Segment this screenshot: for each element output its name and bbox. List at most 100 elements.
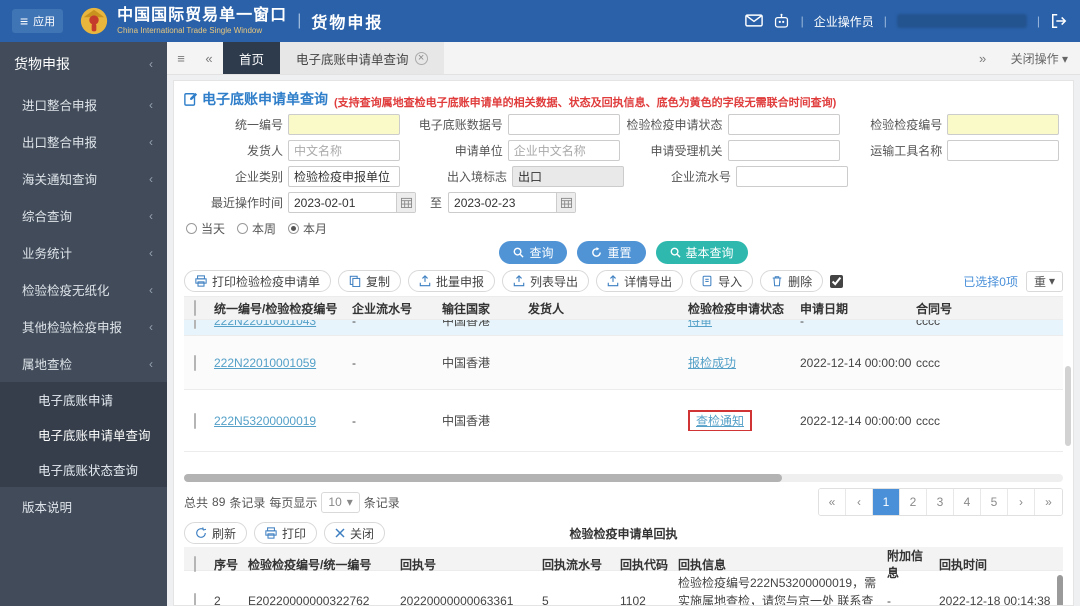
table-row[interactable]: 222N22010001059 - 中国香港 报检成功 2022-12-14 0…: [184, 336, 1063, 390]
apps-menu-button[interactable]: ≡ 应用: [12, 9, 64, 33]
table-row-partial[interactable]: 222N22010001043 - 中国香港 待审 - cccc: [184, 320, 1063, 336]
col-header[interactable]: 回执流水号: [538, 556, 616, 573]
scrollbar-thumb[interactable]: [184, 474, 782, 482]
list-export-button[interactable]: 列表导出: [502, 270, 590, 292]
sidebar-item-version-notes[interactable]: 版本说明: [0, 487, 167, 526]
vertical-scrollbar[interactable]: [1057, 575, 1063, 605]
submenu-item-eledger-apply-query[interactable]: 电子底账申请单查询: [0, 417, 167, 452]
toolbar-checkbox[interactable]: [830, 274, 844, 288]
unified-no-link[interactable]: 222N53200000019: [214, 414, 316, 428]
sidebar: 货物申报 ‹ 进口整合申报 ‹ 出口整合申报 ‹ 海关通知查询 ‹ 综合查询 ‹ 业务统…: [0, 42, 167, 606]
col-header[interactable]: 回执号: [396, 556, 538, 573]
page-5-button[interactable]: 5: [981, 489, 1008, 515]
apply-unit-input[interactable]: [507, 140, 620, 161]
robot-icon[interactable]: [773, 13, 791, 29]
page-4-button[interactable]: 4: [954, 489, 981, 515]
select-all-checkbox[interactable]: [194, 300, 196, 316]
receipt-print-button[interactable]: 打印: [254, 522, 318, 544]
unified-no-link[interactable]: 222N22010001059: [214, 356, 316, 370]
mail-icon[interactable]: [744, 13, 763, 29]
col-header[interactable]: 企业流水号: [348, 300, 438, 317]
receipt-select-all-checkbox[interactable]: [194, 556, 196, 572]
basic-search-button[interactable]: 基本查询: [655, 241, 748, 264]
horizontal-scrollbar[interactable]: [184, 474, 1063, 482]
row-checkbox[interactable]: [194, 412, 196, 429]
unified-no-link[interactable]: 222N22010001043: [214, 320, 316, 328]
print-ciq-application-button[interactable]: 打印检验检疫申请单: [184, 270, 332, 292]
col-header[interactable]: 检验检疫申请状态: [684, 300, 796, 317]
reset-button[interactable]: 重置: [577, 241, 646, 264]
unified-no-input[interactable]: [288, 114, 400, 135]
receipt-close-button[interactable]: 关闭: [324, 522, 386, 544]
vertical-scrollbar[interactable]: [1065, 366, 1071, 446]
delete-button[interactable]: 删除: [760, 270, 824, 292]
close-tab-icon[interactable]: ×: [414, 51, 428, 65]
eledger-data-no-input[interactable]: [507, 114, 620, 135]
enterprise-type-input[interactable]: [288, 166, 400, 187]
batch-declare-button[interactable]: 批量申报: [408, 270, 496, 292]
col-header[interactable]: 回执代码: [616, 556, 674, 573]
tab-list-icon[interactable]: ≡: [167, 42, 195, 74]
column-config-button[interactable]: 重 ▾: [1025, 270, 1063, 292]
calendar-icon[interactable]: [556, 193, 576, 212]
col-header[interactable]: 申请日期: [796, 300, 912, 317]
row-checkbox[interactable]: [194, 354, 196, 371]
sidebar-item-export-declaration[interactable]: 出口整合申报 ‹: [0, 123, 167, 160]
col-header[interactable]: 回执时间: [935, 556, 1063, 573]
page-next-button[interactable]: ›: [1008, 489, 1035, 515]
col-header[interactable]: 检验检疫编号/统一编号: [244, 556, 396, 573]
col-header[interactable]: 统一编号/检验检疫编号: [210, 300, 348, 317]
table-row[interactable]: 222N53200000019 - 中国香港 查检通知 2022-12-14 0…: [184, 390, 1063, 452]
enterprise-serial-input[interactable]: [736, 166, 848, 187]
sidebar-item-ciq-paperless[interactable]: 检验检疫无纸化 ‹: [0, 271, 167, 308]
col-header[interactable]: 合同号: [912, 300, 1063, 317]
calendar-icon[interactable]: [396, 193, 415, 212]
sidebar-header-cargo-declaration[interactable]: 货物申报 ‹: [0, 42, 167, 86]
page-size-select[interactable]: 10 ▾: [321, 491, 360, 513]
consignor-input[interactable]: [288, 140, 400, 161]
ciq-apply-status-input[interactable]: [727, 114, 840, 135]
status-link[interactable]: 报检成功: [688, 356, 736, 370]
status-link[interactable]: 待审: [688, 320, 712, 328]
close-operations-dropdown[interactable]: 关闭操作 ▾: [1011, 50, 1068, 67]
page-2-button[interactable]: 2: [900, 489, 927, 515]
submenu-item-eledger-apply[interactable]: 电子底账申请: [0, 382, 167, 417]
page-first-button[interactable]: «: [819, 489, 846, 515]
tab-eledger-apply-query[interactable]: 电子底账申请单查询 ×: [280, 42, 444, 74]
row-checkbox[interactable]: [194, 320, 196, 329]
inspection-notice-link-highlighted[interactable]: 查检通知: [688, 410, 753, 431]
radio-this-week[interactable]: 本周: [237, 220, 276, 237]
radio-this-month[interactable]: 本月: [288, 220, 327, 237]
sidebar-item-business-statistics[interactable]: 业务统计 ‹: [0, 234, 167, 271]
sidebar-item-import-declaration[interactable]: 进口整合申报 ‹: [0, 86, 167, 123]
col-header[interactable]: 输往国家: [438, 300, 524, 317]
sidebar-item-customs-notice-query[interactable]: 海关通知查询 ‹: [0, 160, 167, 197]
radio-today[interactable]: 当天: [186, 220, 225, 237]
user-role-label[interactable]: 企业操作员: [814, 13, 874, 30]
import-button[interactable]: 导入: [690, 270, 754, 292]
tab-home[interactable]: 首页: [223, 42, 281, 74]
scroll-tabs-left-icon[interactable]: «: [195, 42, 223, 74]
logout-icon[interactable]: [1050, 13, 1068, 29]
col-header[interactable]: 发货人: [524, 300, 684, 317]
refresh-button[interactable]: 刷新: [184, 522, 248, 544]
row-checkbox[interactable]: [194, 593, 196, 605]
sidebar-item-local-inspection[interactable]: 属地查检 ‹: [0, 345, 167, 382]
page-3-button[interactable]: 3: [927, 489, 954, 515]
page-last-button[interactable]: »: [1035, 489, 1062, 515]
copy-button[interactable]: 复制: [338, 270, 402, 292]
scroll-tabs-right-icon[interactable]: »: [969, 51, 997, 66]
accept-org-input[interactable]: [727, 140, 840, 161]
col-header[interactable]: 回执信息: [674, 556, 883, 573]
detail-export-button[interactable]: 详情导出: [596, 270, 684, 292]
sidebar-item-comprehensive-query[interactable]: 综合查询 ‹: [0, 197, 167, 234]
page-prev-button[interactable]: ‹: [846, 489, 873, 515]
vehicle-name-input[interactable]: [947, 140, 1060, 161]
col-header[interactable]: 序号: [210, 556, 244, 573]
submenu-item-eledger-status-query[interactable]: 电子底账状态查询: [0, 452, 167, 487]
search-button[interactable]: 查询: [499, 241, 568, 264]
sidebar-item-other-ciq-declaration[interactable]: 其他检验检疫申报 ‹: [0, 308, 167, 345]
col-header[interactable]: 附加信息: [883, 547, 935, 581]
ciq-no-input[interactable]: [947, 114, 1060, 135]
page-1-button[interactable]: 1: [873, 489, 900, 515]
